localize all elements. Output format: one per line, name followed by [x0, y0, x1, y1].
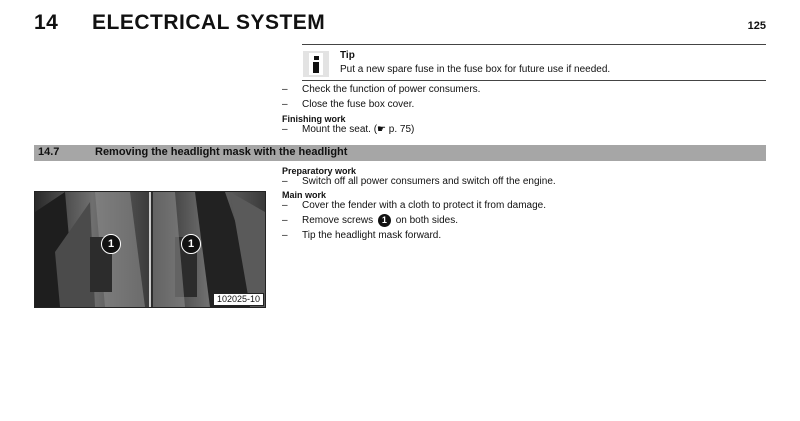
chapter-title: ELECTRICAL SYSTEM — [92, 11, 326, 34]
tip-label: Tip — [340, 50, 355, 61]
headlight-photo: 1 1 102025-10 — [34, 191, 266, 308]
preparatory-work-heading: Preparatory work — [282, 166, 357, 176]
step-tip-mask: Tip the headlight mask forward. — [302, 230, 442, 241]
step-remove-screws-suffix: on both sides. — [395, 215, 458, 227]
list-item: – Switch off all power consumers and swit… — [282, 176, 556, 187]
list-item: – Mount the seat. (☛ p. 75) — [282, 124, 414, 135]
step-check-consumers: Check the function of power consumers. — [302, 84, 481, 95]
section-title: Removing the headlight mask with the hea… — [95, 146, 348, 158]
dash: – — [282, 215, 288, 227]
dash: – — [282, 176, 288, 187]
main-work-heading: Main work — [282, 190, 327, 200]
chapter-number: 14 — [34, 11, 59, 34]
info-icon — [303, 51, 329, 77]
dash: – — [282, 84, 288, 95]
figure-id: 102025-10 — [212, 293, 264, 306]
callout-1-right: 1 — [181, 234, 201, 254]
tip-text: Put a new spare fuse in the fuse box for… — [340, 64, 611, 75]
dash: – — [282, 124, 288, 135]
step-close-fuse-box: Close the fuse box cover. — [302, 99, 415, 110]
list-item: – Close the fuse box cover. — [282, 99, 414, 110]
finishing-work-heading: Finishing work — [282, 114, 346, 124]
list-item: – Remove screws 1 on both sides. — [282, 214, 458, 227]
list-item: – Cover the fender with a cloth to protec… — [282, 200, 546, 211]
dash: – — [282, 99, 288, 110]
section-number: 14.7 — [38, 146, 60, 158]
list-item: – Tip the headlight mask forward. — [282, 230, 441, 241]
step-switch-off: Switch off all power consumers and switc… — [302, 176, 556, 187]
dash: – — [282, 230, 288, 241]
section-header: 14.7 Removing the headlight mask with th… — [34, 145, 766, 161]
tip-box: Tip Put a new spare fuse in the fuse box… — [302, 44, 766, 81]
step-cover-fender: Cover the fender with a cloth to protect… — [302, 200, 547, 211]
dash: – — [282, 200, 288, 211]
page-number: 125 — [747, 20, 766, 32]
step-mount-seat: Mount the seat. (☛ p. 75) — [302, 124, 415, 135]
step-remove-screws: Remove screws — [302, 215, 374, 227]
photo-illustration — [35, 192, 265, 307]
callout-1-left: 1 — [101, 234, 121, 254]
callout-badge: 1 — [377, 214, 391, 227]
list-item: – Check the function of power consumers. — [282, 84, 480, 95]
